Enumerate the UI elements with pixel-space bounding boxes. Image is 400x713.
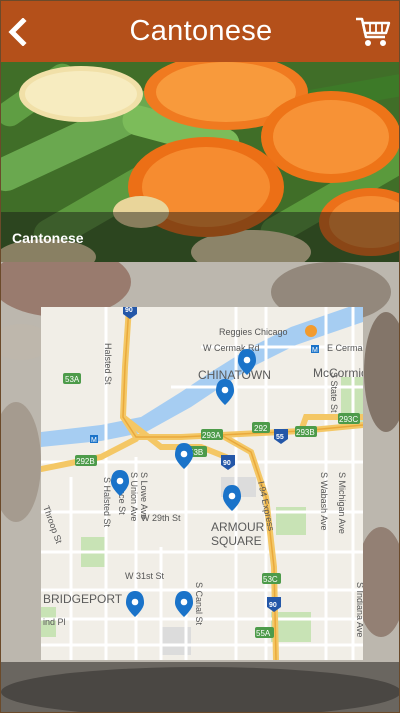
shield-55-label: 55 [276,434,284,441]
exit-293c-label: 293C [339,415,358,424]
s-lowe-label: S Lowe Ave [139,472,149,519]
s-wabash-label: S Wabash Ave [319,472,329,531]
exit-292-label: 292 [254,424,268,433]
app-frame: Cantonese Cantonese 53A 53B 293A 292 293… [0,0,400,713]
svg-text:M: M [91,437,97,444]
restaurant-poi-icon [305,325,317,337]
shield-90-mid-label: 90 [223,460,231,467]
chevron-left-icon [8,18,27,46]
food-banner: Cantonese [1,62,399,262]
e-cermak-label: E Cermak [327,343,363,353]
shield-90-bottom-label: 90 [269,602,277,609]
halsted-top-label: Halsted St [103,343,113,385]
exit-293a-label: 293A [202,431,221,440]
banner-caption: Cantonese [12,230,84,246]
map-canvas[interactable]: 53A 53B 293A 292 293B 293C 292B 53C 55A [41,307,363,660]
svg-text:M: M [312,347,318,354]
s-state-label: S State St [329,372,339,413]
w-31st-st-label: W 31st St [125,571,165,581]
armour-square-label-2: SQUARE [211,534,262,548]
s-canal-label: S Canal St [194,582,204,626]
page-title: Cantonese [129,15,273,47]
exit-55a-label: 55A [256,629,271,638]
reggies-label: Reggies Chicago [219,327,288,337]
s-halsted-label: S Halsted St [102,477,112,528]
exit-292b-label: 292B [76,457,95,466]
shopping-cart-icon [356,17,391,46]
cart-button[interactable] [355,15,391,49]
armour-square-label-1: ARMOUR [211,520,265,534]
s-indiana-label: S Indiana Ave [355,582,363,637]
restaurant-map[interactable]: 53A 53B 293A 292 293B 293C 292B 53C 55A [41,307,363,660]
chinatown-label: CHINATOWN [198,368,271,382]
ind-pl-label: ind Pl [43,617,66,627]
exit-53c-label: 53C [263,575,278,584]
exit-293b-label: 293B [296,428,315,437]
s-union-label: S Union Ave [129,472,139,521]
back-button[interactable] [5,17,29,47]
s-michigan-label: S Michigan Ave [337,472,347,534]
exit-53a-label: 53A [65,375,80,384]
shield-90-top-label: 90 [125,307,133,314]
top-bar: Cantonese [1,1,399,62]
bridgeport-label: BRIDGEPORT [43,592,123,606]
